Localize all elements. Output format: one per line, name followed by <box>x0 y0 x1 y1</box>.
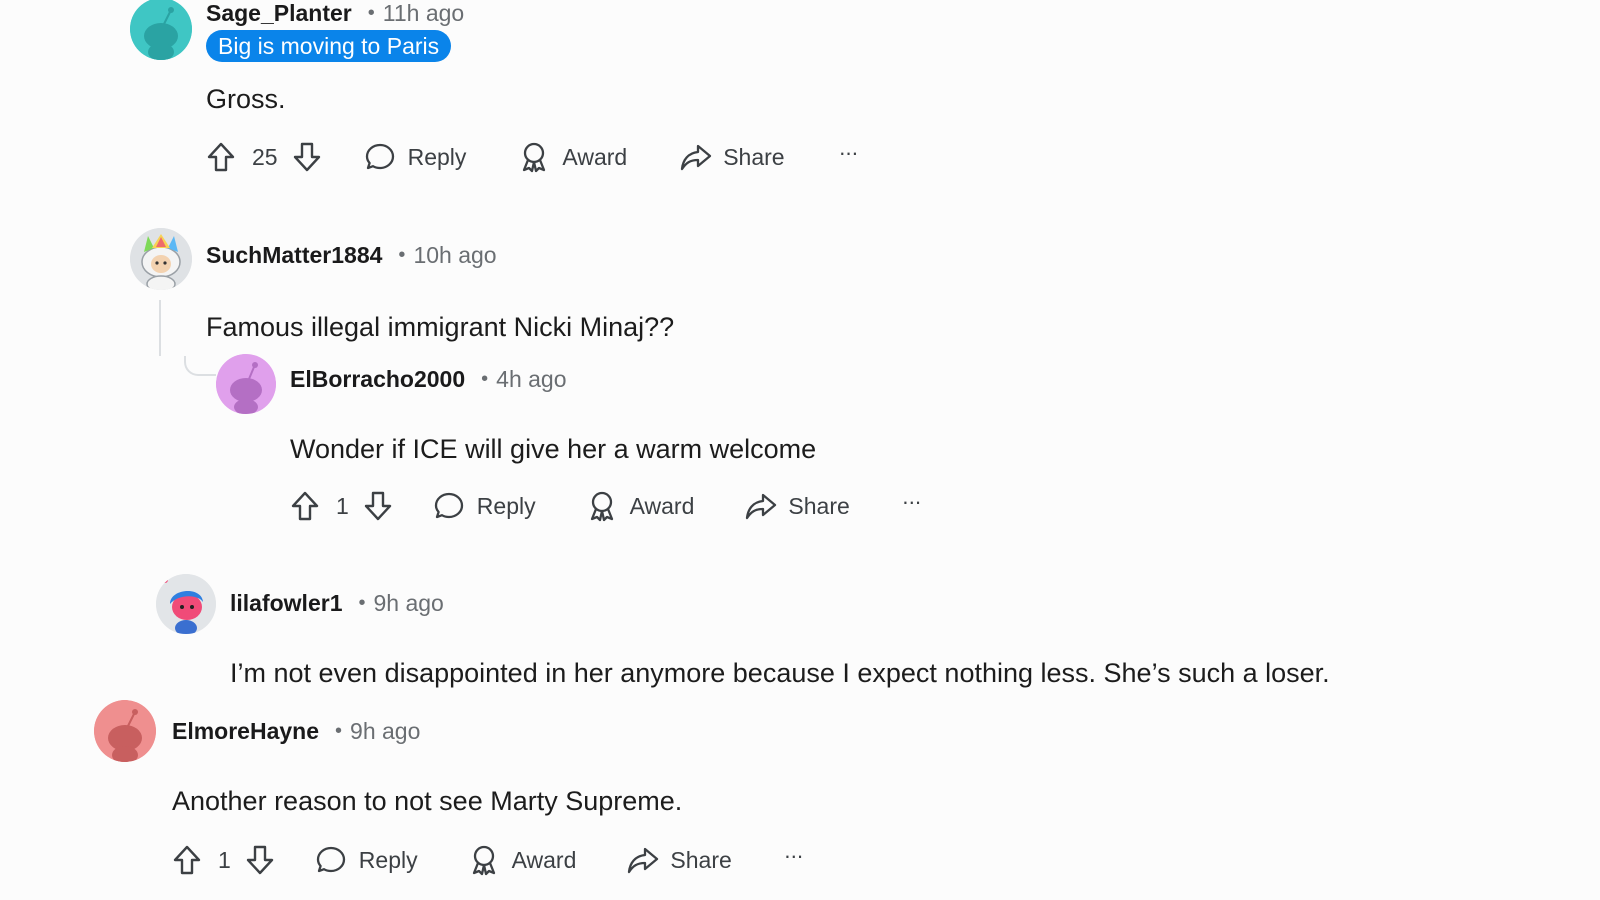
avatar[interactable] <box>130 0 192 60</box>
reply-button[interactable]: Reply <box>364 141 467 173</box>
username[interactable]: lilafowler1 <box>230 590 342 617</box>
comment-header: ElmoreHayne • 9h ago <box>172 716 420 746</box>
username[interactable]: SuchMatter1884 <box>206 242 382 269</box>
upvote-button[interactable] <box>206 141 236 173</box>
more-icon: ··· <box>838 140 859 165</box>
share-label: Share <box>788 492 850 519</box>
reply-label: Reply <box>476 492 536 519</box>
comment-header: ElBorracho2000 • 4h ago <box>290 364 567 394</box>
comment-actions: 1 Reply Award Share ··· <box>172 840 804 880</box>
award-label: Award <box>629 492 695 519</box>
comment-header: Sage_Planter • 11h ago <box>206 0 464 28</box>
user-flair: Big is moving to Paris <box>206 30 452 62</box>
upvote-button[interactable] <box>290 490 320 522</box>
comment-body: Famous illegal immigrant Nicki Minaj?? <box>206 312 675 342</box>
comment-header: SuchMatter1884 • 10h ago <box>206 240 497 270</box>
upvote-button[interactable] <box>172 844 202 876</box>
separator-dot: • <box>398 243 406 266</box>
share-button[interactable]: Share <box>626 844 732 876</box>
more-options-button[interactable]: ··· <box>902 489 922 519</box>
upvote-icon <box>291 491 319 521</box>
timestamp[interactable]: 10h ago <box>413 242 496 269</box>
upvote-icon <box>207 142 235 172</box>
reply-button[interactable]: Reply <box>315 844 418 876</box>
avatar[interactable] <box>94 700 156 762</box>
separator-dot: • <box>367 1 375 24</box>
reply-button[interactable]: Reply <box>433 490 536 522</box>
vote-count: 25 <box>252 143 278 170</box>
downvote-button[interactable] <box>363 490 393 522</box>
avatar[interactable] <box>156 574 216 634</box>
share-arrow-icon <box>746 493 777 520</box>
comment-body: Gross. <box>206 84 286 114</box>
timestamp[interactable]: 9h ago <box>350 718 420 745</box>
separator-dot: • <box>335 719 343 742</box>
vote-count: 1 <box>336 492 349 519</box>
award-icon <box>590 491 613 522</box>
share-label: Share <box>670 846 732 873</box>
share-button[interactable]: Share <box>744 490 850 522</box>
separator-dot: • <box>358 591 366 614</box>
award-icon <box>472 845 495 876</box>
username[interactable]: ElBorracho2000 <box>290 366 465 393</box>
share-label: Share <box>723 143 785 170</box>
comment-body: Wonder if ICE will give her a warm welco… <box>290 434 817 464</box>
avatar[interactable] <box>216 354 276 414</box>
username[interactable]: Sage_Planter <box>206 0 352 27</box>
downvote-icon <box>364 491 391 521</box>
timestamp[interactable]: 11h ago <box>383 0 464 27</box>
award-button[interactable]: Award <box>586 490 695 522</box>
reply-bubble-icon <box>434 492 463 519</box>
comment-actions: 1 Reply Award Share ··· <box>290 486 922 526</box>
downvote-button[interactable] <box>292 141 322 173</box>
thread-branch <box>184 356 216 376</box>
avatar[interactable] <box>130 228 192 290</box>
reply-label: Reply <box>358 846 418 873</box>
share-arrow-icon <box>681 144 712 171</box>
username[interactable]: ElmoreHayne <box>172 718 319 745</box>
comments-feed: Sage_Planter • 11h ago Big is moving to … <box>0 0 1600 900</box>
award-button[interactable]: Award <box>468 844 577 876</box>
vote-count: 1 <box>218 846 231 873</box>
award-label: Award <box>562 143 628 170</box>
comment-actions: 25 Reply Award Share ··· <box>206 137 859 177</box>
thread-line[interactable] <box>159 300 161 356</box>
separator-dot: • <box>481 367 489 390</box>
more-icon: ··· <box>783 843 804 868</box>
more-options-button[interactable]: ··· <box>839 140 859 170</box>
reply-bubble-icon <box>365 143 394 170</box>
comment-body: Another reason to not see Marty Supreme. <box>172 786 683 816</box>
comment-header: lilafowler1 • 9h ago <box>230 588 444 618</box>
downvote-icon <box>293 142 320 172</box>
upvote-icon <box>173 845 201 875</box>
award-label: Award <box>511 846 577 873</box>
award-button[interactable]: Award <box>518 141 627 173</box>
more-icon: ··· <box>901 489 922 514</box>
share-arrow-icon <box>628 847 659 874</box>
share-button[interactable]: Share <box>679 141 785 173</box>
timestamp[interactable]: 4h ago <box>496 366 566 393</box>
timestamp[interactable]: 9h ago <box>374 590 444 617</box>
comment-body: I’m not even disappointed in her anymore… <box>230 658 1330 688</box>
more-options-button[interactable]: ··· <box>784 843 804 873</box>
downvote-button[interactable] <box>245 844 275 876</box>
downvote-icon <box>246 845 273 875</box>
reply-bubble-icon <box>316 846 345 873</box>
award-icon <box>523 142 546 173</box>
reply-label: Reply <box>407 143 467 170</box>
